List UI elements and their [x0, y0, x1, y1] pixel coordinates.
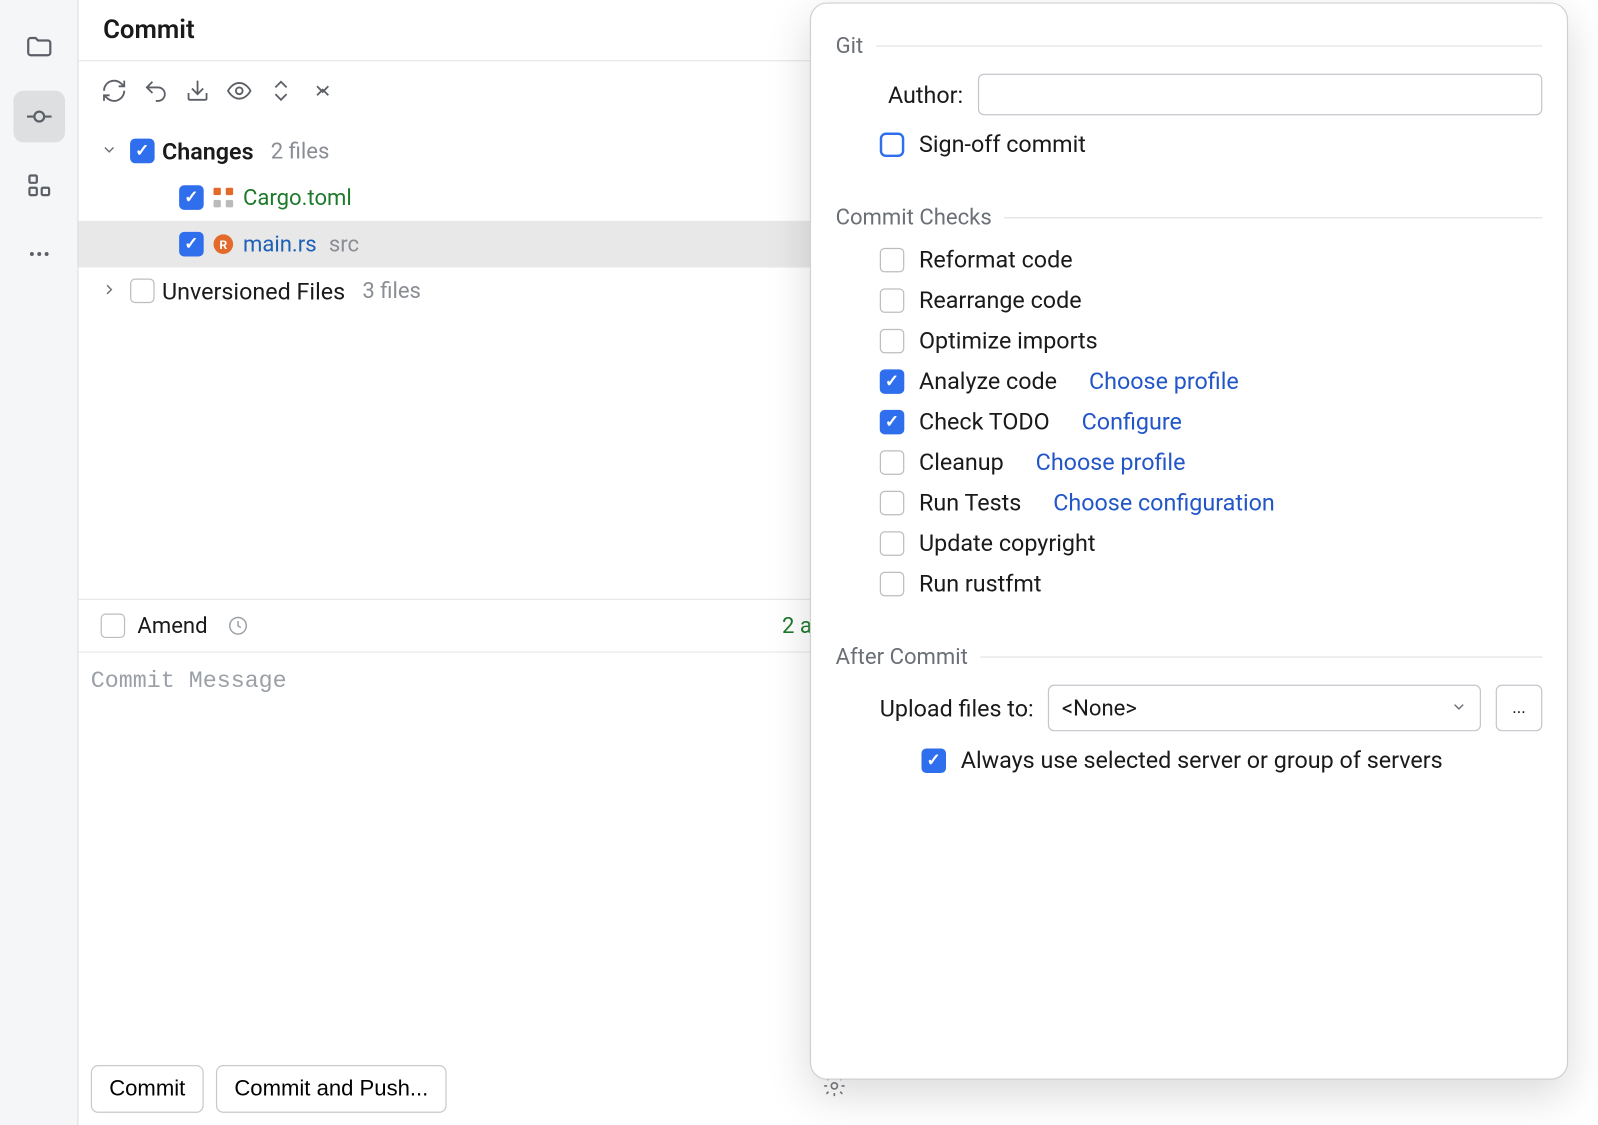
amend-row: Amend 2 add	[79, 599, 859, 653]
changes-label: Changes	[162, 137, 254, 165]
left-tool-rail	[0, 0, 79, 1125]
commit-tool-button[interactable]	[13, 91, 65, 143]
cleanup-profile-link[interactable]: Choose profile	[1036, 448, 1186, 476]
author-input[interactable]	[978, 74, 1542, 116]
always-server-row[interactable]: Always use selected server or group of s…	[836, 746, 1543, 774]
rust-file-icon: R	[211, 232, 236, 257]
reformat-row[interactable]: Reformat code	[836, 245, 1543, 273]
copyright-row[interactable]: Update copyright	[836, 529, 1543, 557]
ellipsis-icon	[24, 239, 53, 268]
commit-buttons: Commit Commit and Push...	[79, 1058, 859, 1125]
file-checkbox[interactable]	[179, 185, 204, 210]
expand-collapse-icon[interactable]	[267, 77, 294, 104]
file-name: Cargo.toml	[243, 185, 352, 211]
changes-checkbox[interactable]	[130, 139, 155, 164]
runtests-row[interactable]: Run Tests Choose configuration	[836, 488, 1543, 516]
changes-node[interactable]: Changes 2 files	[79, 128, 859, 175]
optimize-checkbox[interactable]	[880, 328, 905, 353]
commit-panel: Commit Changes 2 files Cargo.toml R main…	[79, 0, 859, 1125]
cleanup-checkbox[interactable]	[880, 450, 905, 475]
file-row-cargo[interactable]: Cargo.toml	[79, 174, 859, 221]
folder-icon	[24, 33, 53, 62]
svg-text:R: R	[219, 238, 227, 252]
upload-select[interactable]: <None>	[1048, 685, 1481, 732]
cleanup-row[interactable]: Cleanup Choose profile	[836, 448, 1543, 476]
analyze-row[interactable]: Analyze code Choose profile	[836, 367, 1543, 395]
chevron-down-icon[interactable]	[101, 138, 123, 164]
analyze-checkbox[interactable]	[880, 369, 905, 394]
commit-options-popup: Git Author: Sign-off commit Commit Check…	[810, 2, 1568, 1079]
more-tool-button[interactable]	[13, 228, 65, 280]
file-row-main[interactable]: R main.rs src	[79, 221, 859, 268]
author-row: Author:	[836, 74, 1543, 116]
refresh-icon[interactable]	[101, 77, 128, 104]
runtests-config-link[interactable]: Choose configuration	[1053, 488, 1275, 516]
rollback-icon[interactable]	[142, 77, 169, 104]
structure-tool-button[interactable]	[13, 160, 65, 212]
unversioned-checkbox[interactable]	[130, 279, 155, 304]
panel-header: Commit	[79, 0, 859, 61]
file-checkbox[interactable]	[179, 232, 204, 257]
chevron-right-icon[interactable]	[101, 278, 123, 304]
changelist-icon[interactable]	[309, 77, 336, 104]
commit-toolbar	[79, 61, 859, 120]
upload-label: Upload files to:	[880, 694, 1034, 722]
commit-button[interactable]: Commit	[91, 1065, 204, 1113]
always-server-checkbox[interactable]	[921, 748, 946, 773]
signoff-row[interactable]: Sign-off commit	[836, 130, 1543, 158]
commit-and-push-button[interactable]: Commit and Push...	[216, 1065, 447, 1113]
reformat-checkbox[interactable]	[880, 247, 905, 272]
commit-message-input[interactable]	[79, 653, 859, 1058]
show-diff-icon[interactable]	[226, 77, 253, 104]
commit-icon	[24, 102, 53, 131]
shelve-icon[interactable]	[184, 77, 211, 104]
changes-count: 2 files	[271, 138, 330, 164]
todo-configure-link[interactable]: Configure	[1082, 407, 1182, 435]
amend-label: Amend	[137, 613, 207, 639]
signoff-checkbox[interactable]	[880, 132, 905, 157]
project-tool-button[interactable]	[13, 22, 65, 74]
rearrange-row[interactable]: Rearrange code	[836, 286, 1543, 314]
amend-checkbox[interactable]	[101, 614, 126, 639]
git-section-header: Git	[836, 33, 1543, 59]
todo-checkbox[interactable]	[880, 409, 905, 434]
structure-icon	[24, 171, 53, 200]
commit-checks-header: Commit Checks	[836, 205, 1543, 231]
after-commit-header: After Commit	[836, 644, 1543, 670]
file-path: src	[329, 231, 359, 257]
unversioned-label: Unversioned Files	[162, 277, 345, 305]
rustfmt-checkbox[interactable]	[880, 571, 905, 596]
rustfmt-row[interactable]: Run rustfmt	[836, 569, 1543, 597]
chevron-down-icon	[1450, 695, 1467, 721]
author-label: Author:	[836, 80, 964, 108]
toml-file-icon	[211, 185, 236, 210]
todo-row[interactable]: Check TODO Configure	[836, 407, 1543, 435]
optimize-row[interactable]: Optimize imports	[836, 326, 1543, 354]
rearrange-checkbox[interactable]	[880, 288, 905, 313]
runtests-checkbox[interactable]	[880, 490, 905, 515]
upload-value: <None>	[1062, 695, 1137, 721]
copyright-checkbox[interactable]	[880, 531, 905, 556]
unversioned-count: 3 files	[362, 278, 421, 304]
history-icon[interactable]	[227, 615, 249, 637]
file-name: main.rs	[243, 231, 317, 257]
panel-title: Commit	[103, 15, 195, 44]
upload-row: Upload files to: <None> ...	[836, 685, 1543, 732]
unversioned-node[interactable]: Unversioned Files 3 files	[79, 267, 859, 314]
analyze-profile-link[interactable]: Choose profile	[1089, 367, 1239, 395]
changes-tree: Changes 2 files Cargo.toml R main.rs src…	[79, 120, 859, 321]
upload-more-button[interactable]: ...	[1496, 685, 1543, 732]
